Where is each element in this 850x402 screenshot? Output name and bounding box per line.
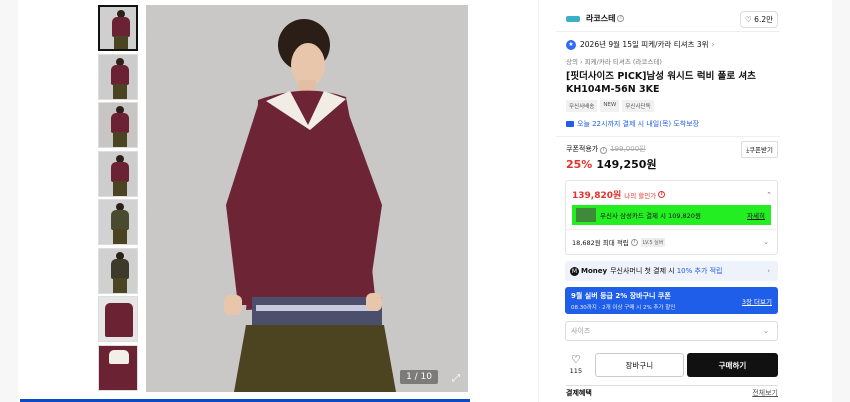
brand-like-count: 6.2만 — [754, 15, 773, 24]
delivery-text: 오늘 22시까지 결제 시 내일(목) 도착보장 — [577, 120, 700, 128]
expand-icon[interactable]: ⤢ — [452, 373, 460, 384]
thumbnail-4[interactable] — [98, 150, 138, 197]
size-select-placeholder: 사이즈 — [571, 327, 591, 335]
payment-benefit-title: 결제혜택 — [566, 389, 592, 397]
brand-name[interactable]: 라코스테 — [586, 13, 615, 24]
level-badge: LV.5 실버 — [640, 237, 666, 247]
view-all-link[interactable]: 전체보기 — [752, 388, 778, 398]
coupon-more-link[interactable]: 3장 더보기 — [742, 296, 772, 306]
money-text: 무신사머니 첫 결제 시 — [610, 267, 675, 275]
breadcrumb[interactable]: 상의 › 피케/카라 티셔츠 (라코스테) — [566, 56, 780, 66]
card-promo-text: 무신사 삼성카드 결제 시 109,820원 — [600, 212, 701, 220]
benefit-box: 139,820원 나의 할인가 i ⌃ 무신사 삼성카드 결제 시 109,82… — [565, 180, 778, 255]
divider — [556, 136, 780, 137]
chevron-up-icon: ⌃ — [766, 190, 772, 199]
tag: NEW — [600, 100, 620, 112]
delivery-info: 오늘 22시까지 결제 시 내일(목) 도착보장 — [566, 119, 780, 129]
sale-price: 149,250원 — [596, 158, 657, 171]
brand-logo[interactable] — [566, 15, 580, 22]
chevron-down-icon: ⌄ — [763, 238, 769, 246]
chevron-right-icon: › — [711, 40, 715, 49]
heart-icon: ♡ — [570, 352, 581, 366]
like-count: 115 — [569, 366, 583, 375]
like-button[interactable]: ♡ 115 — [565, 354, 587, 377]
truck-icon — [566, 121, 574, 127]
coupon-price-label: 쿠폰적용가 — [566, 145, 599, 153]
coupon-banner[interactable]: 9월 실버 등급 2% 장바구니 쿠폰 08.30까지 · 2개 이상 구매 시… — [565, 287, 778, 314]
model-illustration — [146, 5, 468, 392]
buy-now-button[interactable]: 구매하기 — [686, 353, 778, 377]
info-icon[interactable]: i — [617, 15, 625, 22]
info-icon[interactable]: i — [630, 238, 638, 246]
ranking-link[interactable]: ★ 2026년 9월 15일 피케/카라 티셔츠 3위 › — [556, 39, 780, 50]
card-detail-link[interactable]: 자세히 — [747, 210, 765, 220]
card-promo[interactable]: 무신사 삼성카드 결제 시 109,820원 자세히 — [572, 205, 771, 225]
info-icon[interactable]: i — [658, 191, 666, 198]
thumbnail-list — [98, 5, 138, 393]
coupon-download-button[interactable]: ⤓쿠폰받기 — [741, 141, 778, 158]
main-product-image[interactable]: 1 / 10 ⤢ — [146, 5, 468, 392]
tag: 무신사단독 — [622, 100, 654, 112]
my-price: 139,820원 — [572, 191, 622, 201]
heart-icon: ♡ — [745, 15, 752, 24]
column-divider — [538, 0, 539, 402]
thumbnail-7[interactable] — [98, 296, 138, 342]
tag: 무신사배송 — [566, 100, 598, 112]
original-price: 199,000원 — [610, 145, 646, 153]
price-row: 25% 149,250원 — [566, 156, 780, 172]
product-title: [핏더사이즈 PICK]남성 워시드 럭비 폴로 셔츠 KH104M-56N 3… — [566, 71, 756, 95]
thumbnail-5[interactable] — [98, 199, 138, 245]
discount-rate: 25% — [566, 157, 593, 171]
product-info-panel: 라코스테 i ♡ 6.2만 ★ 2026년 9월 15일 피케/카라 티셔츠 3… — [556, 6, 780, 377]
brand-row: 라코스테 i ♡ 6.2만 — [556, 6, 780, 32]
image-counter: 1 / 10 — [400, 370, 438, 384]
crown-icon: ★ — [566, 39, 576, 50]
points-row[interactable]: 18,682원 최대 적립 i LV.5 실버 ⌄ — [566, 229, 777, 254]
tag-list: 무신사배송 NEW 무신사단독 — [566, 100, 780, 112]
my-price-row[interactable]: 139,820원 나의 할인가 i ⌃ — [566, 181, 777, 205]
purchase-actions: ♡ 115 장바구니 구매하기 — [565, 353, 778, 377]
points-text: 18,682원 최대 적립 — [572, 239, 629, 247]
thumbnail-6[interactable] — [98, 247, 138, 294]
musinsa-money-banner[interactable]: M Money 무신사머니 첫 결제 시 10% 추가 적립 › — [565, 261, 778, 281]
money-highlight: 10% 추가 적립 — [676, 267, 723, 275]
brand-like-button[interactable]: ♡ 6.2만 — [740, 11, 778, 28]
chevron-right-icon: › — [767, 267, 770, 275]
thumbnail-2[interactable] — [98, 53, 138, 100]
coupon-button-label: 쿠폰받기 — [749, 146, 773, 154]
info-icon[interactable]: i — [600, 147, 608, 154]
thumbnail-3[interactable] — [98, 102, 138, 148]
size-select[interactable]: 사이즈 ⌄ — [565, 321, 778, 341]
money-prefix: Money — [581, 267, 608, 275]
add-to-cart-button[interactable]: 장바구니 — [594, 353, 684, 377]
ranking-text: 2026년 9월 15일 피케/카라 티셔츠 3위 — [580, 40, 709, 49]
thumbnail-1[interactable] — [98, 5, 138, 51]
card-icon — [576, 208, 596, 222]
thumbnail-8[interactable] — [98, 344, 138, 391]
chevron-down-icon: ⌄ — [763, 327, 769, 335]
payment-benefit-row: 결제혜택 전체보기 — [566, 385, 778, 398]
my-price-label: 나의 할인가 — [624, 191, 657, 200]
money-icon: M — [570, 266, 579, 276]
